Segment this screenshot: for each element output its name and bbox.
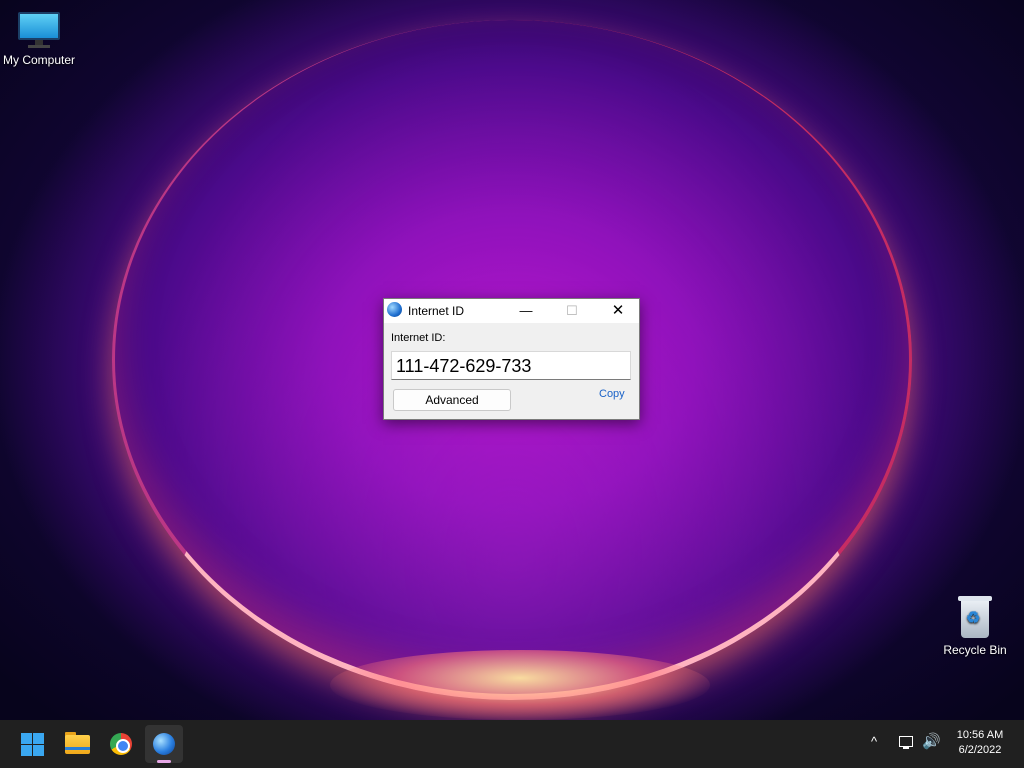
maximize-button[interactable]: ☐	[549, 299, 595, 323]
taskbar: ^ 🔊 10:56 AM 6/2/2022	[0, 720, 1024, 768]
running-indicator	[157, 760, 171, 763]
network-icon[interactable]	[898, 734, 918, 754]
file-explorer-icon[interactable]	[58, 725, 96, 763]
start-icon[interactable]	[13, 725, 51, 763]
wallpaper-glow	[330, 650, 710, 720]
chrome-icon[interactable]	[102, 725, 140, 763]
internet-id-field[interactable]: 111-472-629-733	[391, 351, 631, 380]
desktop-icon-label: My Computer	[2, 53, 76, 67]
recycle-bin-icon: ♻	[958, 596, 992, 640]
clock-date: 6/2/2022	[958, 744, 1002, 756]
minimize-button[interactable]: —	[503, 299, 549, 323]
monitor-icon	[18, 10, 60, 50]
clock[interactable]: 10:56 AM 6/2/2022	[944, 728, 1016, 758]
internet-id-window: Internet ID — ☐ ✕ Internet ID: 111-472-6…	[383, 298, 640, 420]
title-bar[interactable]: Internet ID — ☐ ✕	[384, 299, 639, 323]
volume-icon[interactable]: 🔊	[922, 732, 941, 750]
globe-icon	[387, 302, 402, 317]
clock-time: 10:56 AM	[956, 729, 1004, 741]
desktop-icon-my-computer[interactable]: My Computer	[0, 10, 78, 67]
copy-link[interactable]: Copy	[599, 388, 625, 400]
close-button[interactable]: ✕	[595, 299, 641, 323]
internet-id-label: Internet ID:	[391, 332, 446, 344]
internet-id-app-icon[interactable]	[145, 725, 183, 763]
advanced-button[interactable]: Advanced	[393, 389, 511, 411]
desktop-wallpaper: My Computer ♻ Recycle Bin Internet ID — …	[0, 0, 1024, 720]
desktop-icon-label: Recycle Bin	[943, 643, 1007, 657]
window-title: Internet ID	[408, 304, 465, 318]
chevron-up-icon[interactable]: ^	[871, 734, 877, 749]
desktop-icon-recycle-bin[interactable]: ♻ Recycle Bin	[940, 596, 1010, 657]
